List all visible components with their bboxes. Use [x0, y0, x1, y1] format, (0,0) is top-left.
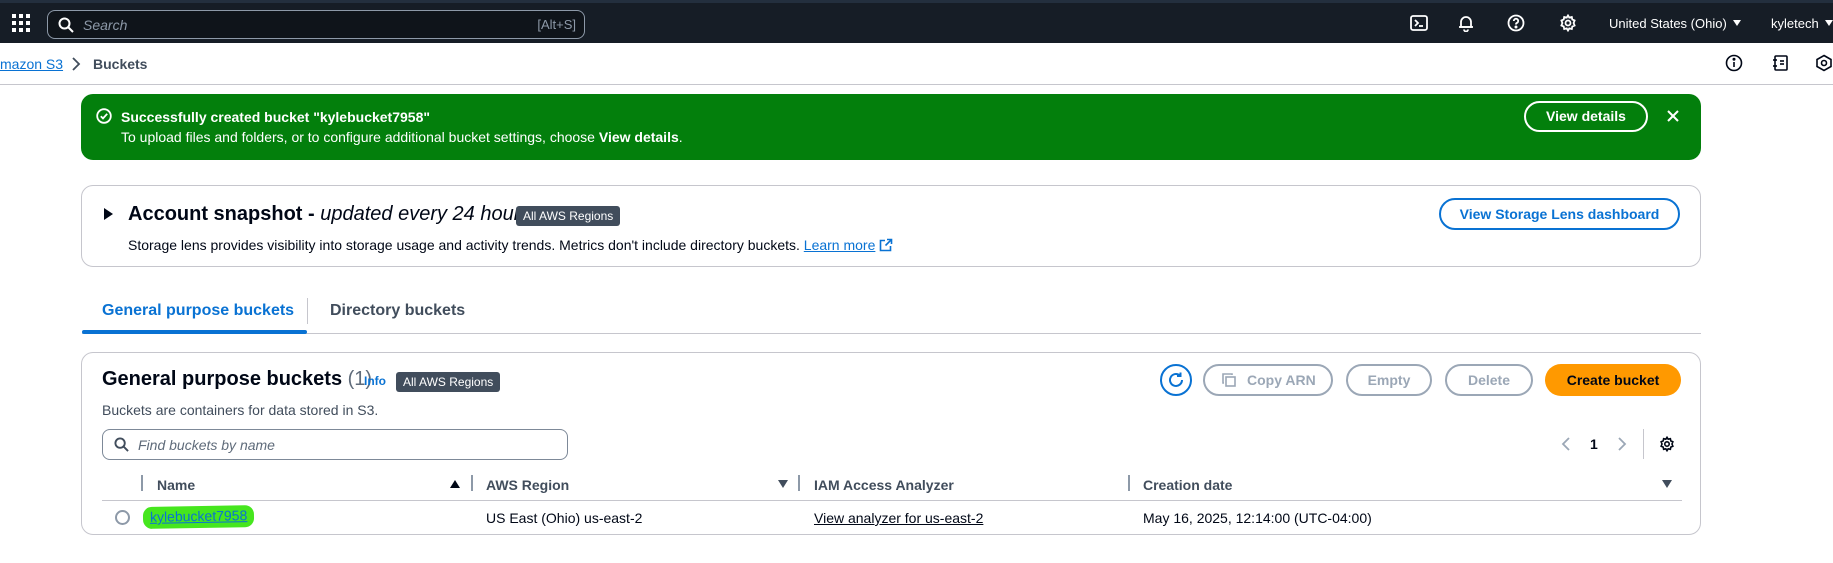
sort-ascending-icon[interactable] — [450, 480, 460, 488]
copy-arn-button[interactable]: Copy ARN — [1203, 364, 1333, 396]
find-buckets-input[interactable] — [138, 433, 558, 456]
chevron-right-icon — [70, 56, 82, 72]
snapshot-description-text: Storage lens provides visibility into st… — [128, 237, 804, 253]
column-header-name[interactable]: Name — [157, 477, 195, 493]
create-bucket-button[interactable]: Create bucket — [1545, 364, 1681, 396]
column-divider[interactable] — [798, 475, 800, 491]
chevron-down-icon — [1824, 20, 1833, 26]
account-snapshot-heading[interactable]: Account snapshot - updated every 24 hour… — [128, 203, 530, 226]
learn-more-link[interactable]: Learn more — [804, 237, 876, 253]
delete-button[interactable]: Delete — [1445, 364, 1533, 396]
notes-panel-icon[interactable] — [1772, 54, 1792, 74]
table-header: Name AWS Region IAM Access Analyzer Crea… — [102, 471, 1682, 501]
flash-message-end: . — [678, 129, 683, 145]
settings-gear-icon[interactable] — [1559, 14, 1579, 34]
account-label: kyletech — [1771, 16, 1819, 31]
sort-icon[interactable] — [778, 480, 788, 488]
column-divider[interactable] — [471, 475, 473, 491]
copy-arn-label: Copy ARN — [1247, 372, 1316, 388]
sort-icon[interactable] — [1662, 480, 1672, 488]
view-analyzer-link[interactable]: View analyzer for us-east-2 — [814, 510, 983, 526]
column-divider[interactable] — [1128, 475, 1130, 491]
all-regions-badge: All AWS Regions — [516, 206, 621, 226]
refresh-button[interactable] — [1160, 364, 1192, 396]
notifications-bell-icon[interactable] — [1457, 14, 1477, 34]
find-buckets-search — [102, 429, 568, 460]
global-search[interactable]: Search [Alt+S] — [47, 10, 585, 39]
account-menu[interactable]: kyletech — [1771, 16, 1833, 31]
flash-message: To upload files and folders, or to confi… — [121, 129, 683, 145]
column-header-region[interactable]: AWS Region — [486, 477, 569, 493]
bucket-type-tabs: General purpose buckets Directory bucket… — [82, 296, 1701, 334]
help-icon[interactable] — [1507, 14, 1527, 34]
account-snapshot-container: Account snapshot - updated every 24 hour… — [81, 185, 1701, 267]
copy-icon — [1222, 373, 1236, 387]
chevron-down-icon — [1732, 20, 1741, 26]
expand-caret-icon[interactable] — [104, 208, 113, 220]
empty-button[interactable]: Empty — [1346, 364, 1432, 396]
services-menu-icon[interactable] — [12, 14, 30, 32]
info-panel-icon[interactable] — [1725, 54, 1745, 74]
column-divider — [141, 475, 143, 491]
flash-title: Successfully created bucket "kylebucket7… — [121, 109, 430, 125]
table-preferences-gear-icon[interactable] — [1659, 436, 1675, 452]
search-icon — [58, 17, 74, 33]
account-snapshot-subtitle: updated every 24 hours — [320, 203, 531, 225]
table-row: kylebucket7958 US East (Ohio) us-east-2 … — [102, 503, 1682, 533]
tab-divider — [307, 298, 308, 324]
check-circle-icon — [96, 108, 112, 124]
previous-page-icon[interactable] — [1561, 437, 1571, 451]
snapshot-description: Storage lens provides visibility into st… — [128, 237, 893, 253]
flash-message-text: To upload files and folders, or to confi… — [121, 129, 599, 145]
panel-description: Buckets are containers for data stored i… — [102, 402, 379, 418]
active-tab-indicator — [82, 330, 307, 334]
row-select-radio[interactable] — [115, 510, 130, 525]
search-shortcut: [Alt+S] — [537, 17, 576, 32]
next-page-icon[interactable] — [1617, 437, 1627, 451]
tab-general-purpose-buckets[interactable]: General purpose buckets — [102, 302, 294, 320]
creation-date: May 16, 2025, 12:14:00 (UTC-04:00) — [1143, 510, 1372, 526]
panel-title: General purpose buckets — [102, 368, 343, 390]
tab-directory-buckets[interactable]: Directory buckets — [330, 302, 465, 320]
flash-message-bold: View details — [598, 129, 679, 145]
general-purpose-buckets-panel: General purpose buckets (1) Info All AWS… — [81, 352, 1701, 535]
all-regions-badge: All AWS Regions — [396, 372, 501, 392]
bucket-name-link[interactable]: kylebucket7958 — [142, 505, 255, 529]
region-selector[interactable]: United States (Ohio) — [1609, 16, 1741, 31]
breadcrumb-bar: mazon S3 Buckets — [0, 43, 1833, 85]
region-label: United States (Ohio) — [1609, 16, 1727, 31]
page-number[interactable]: 1 — [1590, 436, 1598, 452]
info-link[interactable]: Info — [364, 374, 386, 388]
view-details-button[interactable]: View details — [1524, 101, 1648, 132]
pager-divider — [1643, 429, 1644, 459]
bucket-region: US East (Ohio) us-east-2 — [486, 510, 643, 526]
column-header-creation-date[interactable]: Creation date — [1143, 477, 1232, 493]
external-link-icon[interactable] — [879, 238, 893, 252]
view-storage-lens-button[interactable]: View Storage Lens dashboard — [1439, 198, 1680, 230]
success-flash-banner: Successfully created bucket "kylebucket7… — [81, 94, 1701, 160]
column-header-iam-access-analyzer: IAM Access Analyzer — [814, 477, 954, 493]
search-icon — [114, 437, 129, 452]
cloudshell-icon[interactable] — [1410, 14, 1430, 34]
panel-heading: General purpose buckets (1) — [102, 368, 372, 391]
breadcrumb-buckets: Buckets — [93, 56, 148, 72]
settings-panel-icon[interactable] — [1815, 54, 1833, 74]
account-snapshot-title: Account snapshot - — [128, 203, 321, 225]
breadcrumb-amazon-s3[interactable]: mazon S3 — [0, 56, 63, 72]
search-placeholder: Search — [83, 17, 128, 33]
close-icon[interactable] — [1665, 108, 1681, 124]
top-navigation-bar: Search [Alt+S] United States (Ohio) kyle… — [0, 0, 1833, 43]
